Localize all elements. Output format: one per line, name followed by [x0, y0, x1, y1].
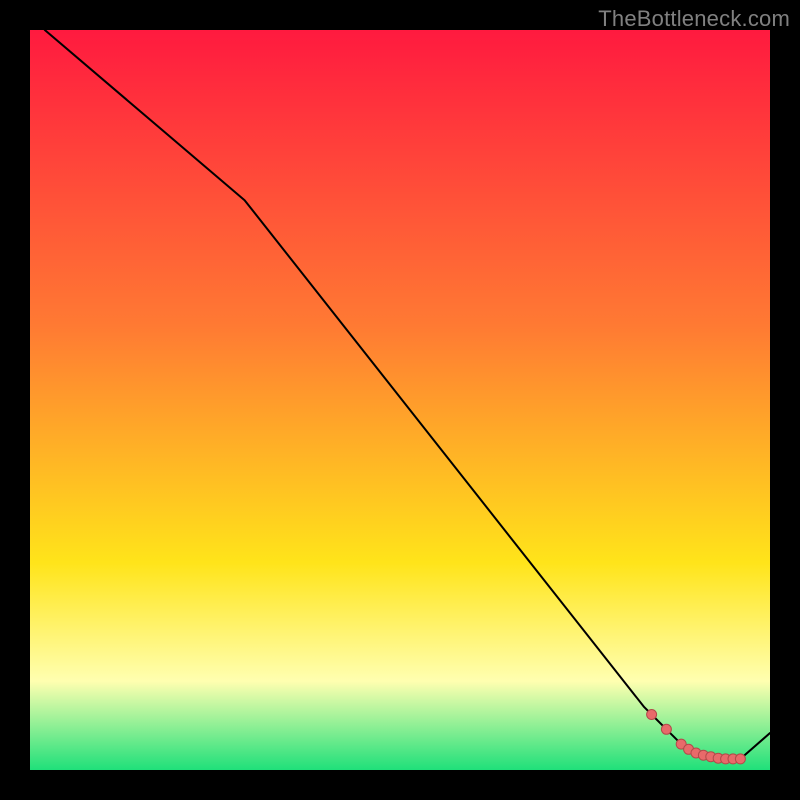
- gradient-background: [30, 30, 770, 770]
- watermark-text: TheBottleneck.com: [598, 6, 790, 32]
- chart-stage: TheBottleneck.com: [0, 0, 800, 800]
- marker-point: [661, 724, 671, 734]
- bottleneck-chart: [30, 30, 770, 770]
- marker-point: [735, 754, 745, 764]
- marker-point: [647, 710, 657, 720]
